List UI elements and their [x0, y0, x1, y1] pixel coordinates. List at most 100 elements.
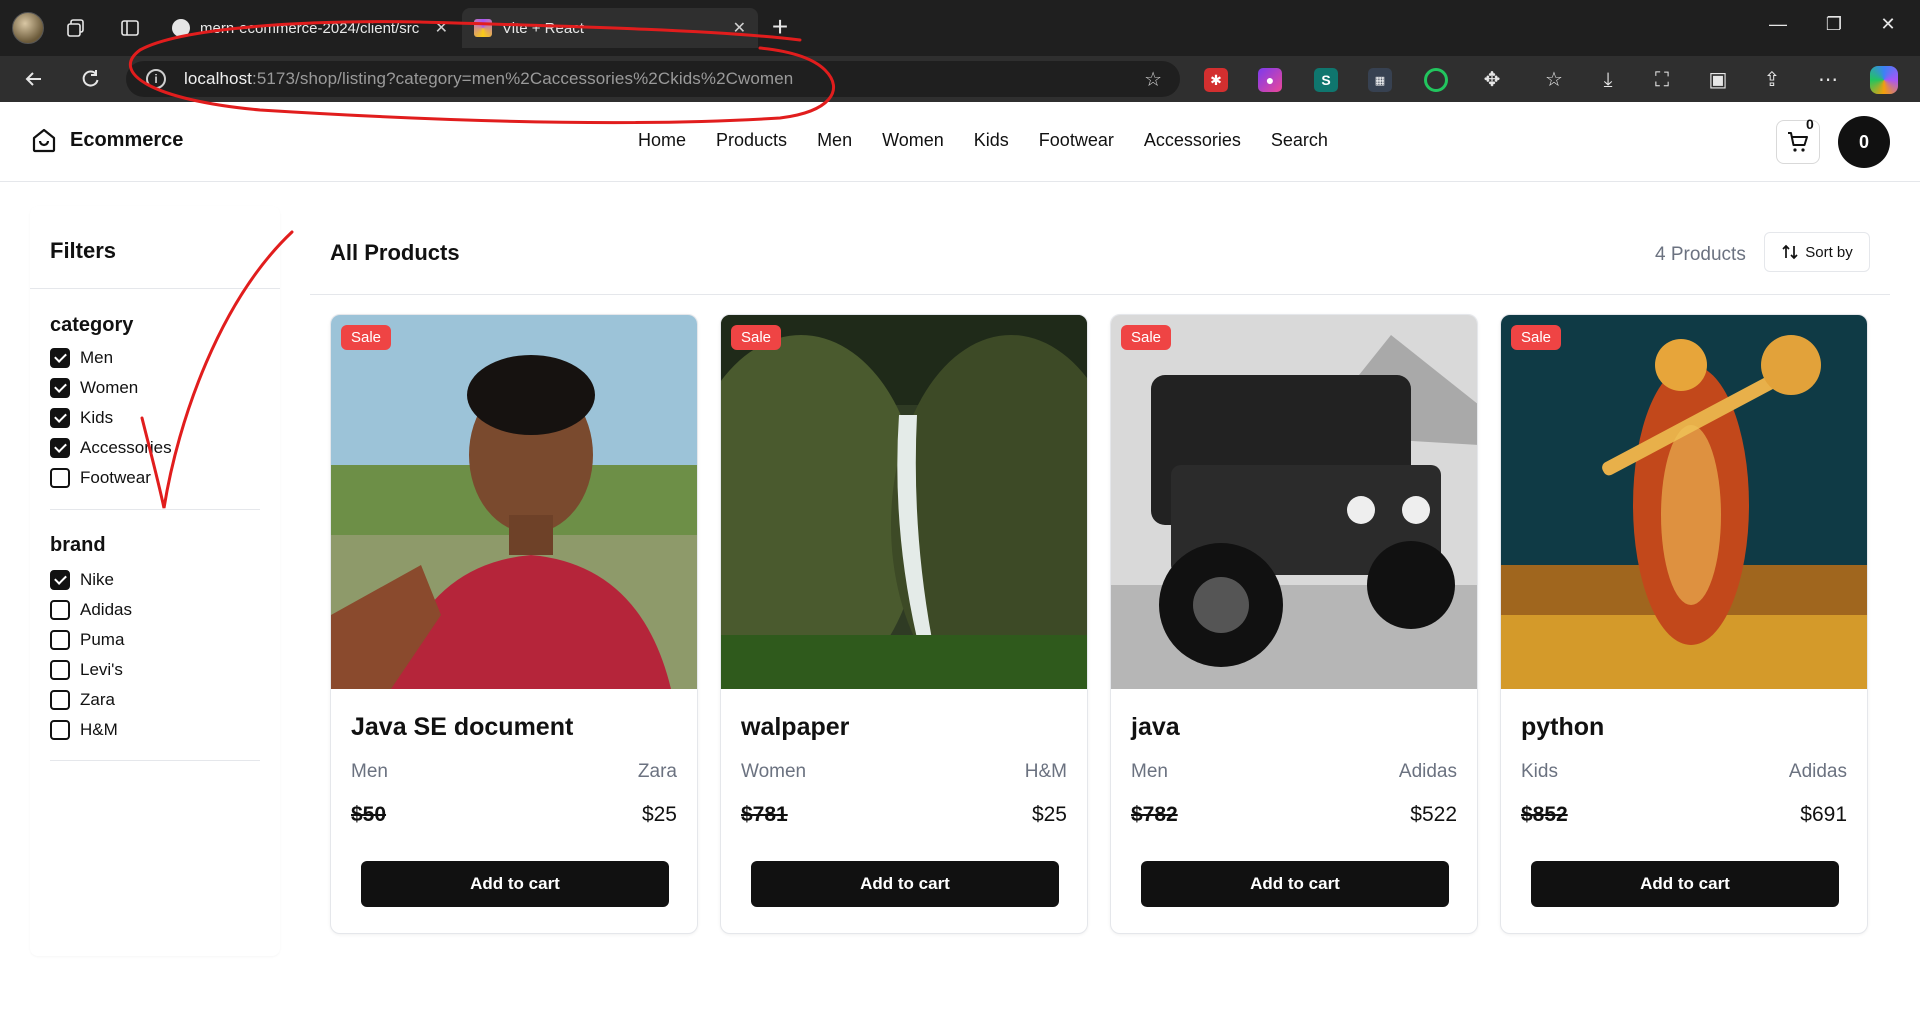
product-card[interactable]: Sale python Kids Adidas $852 $691 Add to… — [1500, 314, 1868, 934]
product-sale-price: $522 — [1410, 803, 1457, 826]
checkbox[interactable] — [50, 570, 70, 590]
url-text: localhost:5173/shop/listing?category=men… — [184, 69, 793, 89]
sort-label: Sort by — [1805, 243, 1853, 261]
more-options-icon[interactable]: ⋯ — [1814, 66, 1842, 94]
product-card[interactable]: Sale walpaper Women H&M $781 $25 Add to … — [720, 314, 1088, 934]
menu-item-kids[interactable]: Kids — [974, 130, 1009, 151]
extensions-puzzle-icon[interactable]: ✥ — [1478, 66, 1506, 94]
menu-item-products[interactable]: Products — [716, 130, 787, 151]
checkbox[interactable] — [50, 408, 70, 428]
screenshot-icon[interactable]: ⛶ — [1648, 66, 1676, 94]
tab-title: mern-ecommerce-2024/client/src — [200, 19, 420, 37]
checkbox[interactable] — [50, 468, 70, 488]
menu-item-home[interactable]: Home — [638, 130, 686, 151]
brand-logo[interactable]: Ecommerce — [30, 126, 183, 154]
menu-item-footwear[interactable]: Footwear — [1039, 130, 1114, 151]
filter-option-puma[interactable]: Puma — [50, 628, 124, 652]
filter-option-zara[interactable]: Zara — [50, 688, 115, 712]
menu-item-search[interactable]: Search — [1271, 130, 1328, 151]
product-name: Java SE document — [351, 713, 574, 741]
close-tab-icon[interactable]: ✕ — [435, 18, 448, 38]
extension-red-icon[interactable]: ✱ — [1204, 68, 1228, 92]
menu-item-accessories[interactable]: Accessories — [1144, 130, 1241, 151]
vertical-tabs-icon[interactable] — [112, 10, 148, 46]
filter-option-adidas[interactable]: Adidas — [50, 598, 132, 622]
product-image[interactable] — [1111, 315, 1477, 689]
favorite-star-icon[interactable]: ☆ — [1144, 67, 1162, 92]
back-arrow-icon[interactable] — [18, 64, 50, 96]
checkbox[interactable] — [50, 690, 70, 710]
filters-title: Filters — [50, 238, 117, 263]
close-tab-icon[interactable]: ✕ — [733, 18, 746, 38]
profile-avatar[interactable] — [12, 12, 44, 44]
minimize-button[interactable]: — — [1758, 14, 1798, 35]
product-listing: All Products 4 Products Sort by Sale Jav… — [310, 206, 1890, 956]
filter-option-women[interactable]: Women — [50, 376, 138, 400]
product-brand: Adidas — [1788, 761, 1847, 782]
tab-vite-react[interactable]: Vite + React ✕ — [462, 8, 758, 48]
sort-by-button[interactable]: Sort by — [1764, 232, 1870, 272]
reading-view-icon[interactable]: ▣ — [1704, 66, 1732, 94]
share-icon[interactable]: ⇪ — [1758, 66, 1786, 94]
brand-name: Ecommerce — [70, 128, 184, 151]
product-brand: H&M — [1024, 761, 1067, 782]
product-brand: Adidas — [1398, 761, 1457, 782]
favorites-icon[interactable]: ☆ — [1540, 66, 1568, 94]
divider — [310, 294, 1890, 295]
url-host: localhost — [184, 69, 252, 88]
extension-s-icon[interactable]: S — [1314, 68, 1338, 92]
filter-option-footwear[interactable]: Footwear — [50, 466, 151, 490]
product-sale-price: $691 — [1800, 803, 1847, 826]
product-image[interactable] — [721, 315, 1087, 689]
tab-github[interactable]: mern-ecommerce-2024/client/src ✕ — [160, 8, 460, 48]
filter-option-kids[interactable]: Kids — [50, 406, 113, 430]
checkbox[interactable] — [50, 438, 70, 458]
sale-badge: Sale — [1121, 325, 1172, 350]
product-image[interactable] — [1501, 315, 1867, 689]
checkbox[interactable] — [50, 720, 70, 740]
download-icon[interactable]: ⤓ — [1594, 66, 1622, 94]
option-label: Women — [80, 378, 139, 397]
address-bar[interactable]: i localhost:5173/shop/listing?category=m… — [126, 61, 1180, 97]
add-to-cart-button[interactable]: Add to cart — [751, 861, 1059, 907]
site-info-icon[interactable]: i — [146, 69, 166, 89]
add-to-cart-button[interactable]: Add to cart — [1531, 861, 1839, 907]
home-icon — [32, 128, 56, 153]
menu-item-men[interactable]: Men — [817, 130, 852, 151]
browser-toolbar: i localhost:5173/shop/listing?category=m… — [0, 56, 1920, 102]
extension-calendar-icon[interactable]: ▦ — [1368, 68, 1392, 92]
copilot-icon[interactable] — [1870, 66, 1898, 94]
checkbox[interactable] — [50, 660, 70, 680]
checkbox[interactable] — [50, 600, 70, 620]
product-category: Women — [741, 761, 807, 782]
option-label: Accessories — [80, 438, 172, 457]
extension-purple-icon[interactable]: ● — [1258, 68, 1282, 92]
close-window-button[interactable]: ✕ — [1868, 14, 1908, 35]
menu-item-women[interactable]: Women — [882, 130, 944, 151]
checkbox[interactable] — [50, 630, 70, 650]
url-path: :5173/shop/listing?category=men%2Caccess… — [252, 69, 794, 88]
new-tab-button[interactable]: + — [764, 12, 796, 44]
restore-button[interactable]: ❐ — [1814, 14, 1854, 35]
add-to-cart-button[interactable]: Add to cart — [361, 861, 669, 907]
sale-badge: Sale — [731, 325, 782, 350]
workspaces-icon[interactable] — [58, 10, 94, 46]
extension-green-circle-icon[interactable] — [1424, 68, 1448, 92]
filter-option-nike[interactable]: Nike — [50, 568, 114, 592]
product-name: java — [1131, 713, 1180, 741]
filter-option-levis[interactable]: Levi's — [50, 658, 123, 682]
checkbox[interactable] — [50, 348, 70, 368]
product-card[interactable]: Sale Java SE document Men Zara $50 $25 A… — [330, 314, 698, 934]
option-label: Zara — [80, 690, 115, 709]
add-to-cart-button[interactable]: Add to cart — [1141, 861, 1449, 907]
refresh-icon[interactable] — [74, 64, 106, 96]
option-label: Levi's — [80, 660, 123, 679]
filter-option-accessories[interactable]: Accessories — [50, 436, 172, 460]
filter-option-hm[interactable]: H&M — [50, 718, 118, 742]
checkbox[interactable] — [50, 378, 70, 398]
product-card[interactable]: Sale java Men Adidas $782 $522 Add to ca… — [1110, 314, 1478, 934]
filter-option-men[interactable]: Men — [50, 346, 113, 370]
product-image[interactable] — [331, 315, 697, 689]
filter-group-brand: brand — [50, 534, 106, 556]
user-avatar[interactable]: 0 — [1838, 116, 1890, 168]
